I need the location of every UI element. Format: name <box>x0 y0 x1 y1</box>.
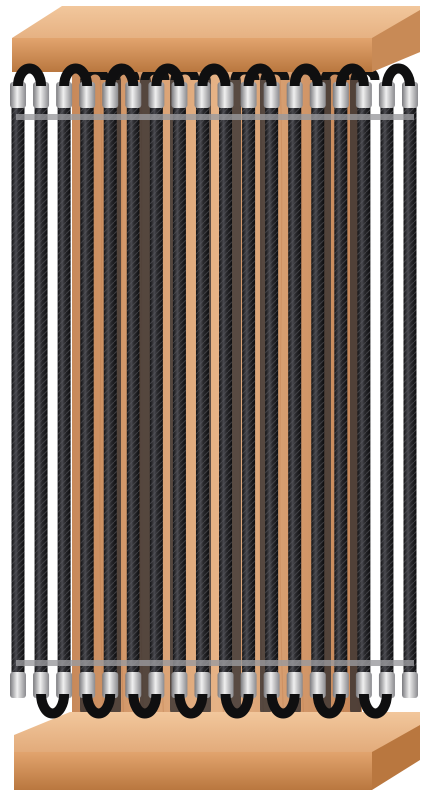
tube <box>263 82 280 698</box>
tube <box>125 82 142 698</box>
tube-weave <box>265 95 279 695</box>
tube <box>309 82 326 698</box>
bottom-u-bend <box>358 693 392 719</box>
bottom-u-bend <box>36 693 70 719</box>
tube-weave <box>219 95 233 695</box>
tube-weave <box>149 95 163 695</box>
tube <box>402 82 418 698</box>
tube <box>102 82 119 698</box>
tube-weave <box>103 95 117 695</box>
tube-weave <box>288 95 302 695</box>
tube-weave <box>80 95 94 695</box>
tube <box>217 82 234 698</box>
top-wood-plate <box>12 6 420 72</box>
tube <box>194 82 211 698</box>
bottom-header-bar <box>16 660 414 666</box>
tube <box>148 82 165 698</box>
tube <box>56 82 73 698</box>
tube <box>33 82 50 698</box>
tube-weave <box>34 95 48 695</box>
tube <box>378 82 395 698</box>
tube <box>171 82 188 698</box>
tube <box>355 82 372 698</box>
tube <box>10 82 26 698</box>
tube <box>332 82 349 698</box>
tube-weave <box>126 95 140 695</box>
bottom-fitting <box>402 672 418 698</box>
tube-weave <box>242 95 256 695</box>
top-u-bend <box>13 63 47 87</box>
back-tube <box>140 75 151 715</box>
tube <box>240 82 257 698</box>
tube-weave <box>11 95 25 695</box>
tube-weave <box>195 95 209 695</box>
bottom-fitting <box>10 672 26 698</box>
top-u-bend <box>381 63 415 87</box>
top-header-bar <box>16 114 414 120</box>
tube-weave <box>172 95 186 695</box>
tube-weave <box>357 95 371 695</box>
heat-exchanger-illustration <box>10 6 420 790</box>
tube-weave <box>334 95 348 695</box>
tube-weave <box>57 95 71 695</box>
tube <box>79 82 96 698</box>
tube-weave <box>311 95 325 695</box>
tube <box>286 82 303 698</box>
bottom-wood-plate <box>14 712 420 790</box>
tube-weave <box>403 95 417 695</box>
tube-weave <box>380 95 394 695</box>
